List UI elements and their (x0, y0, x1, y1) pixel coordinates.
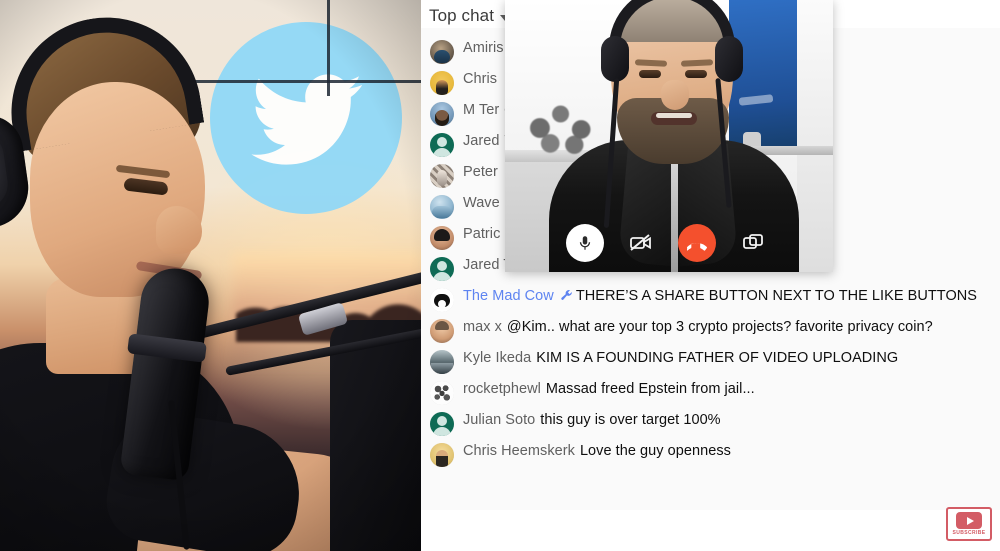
guest-headset-band (609, 0, 735, 48)
avatar[interactable] (430, 133, 454, 157)
microphone-button[interactable] (566, 224, 604, 262)
avatar-image (430, 412, 454, 436)
avatar[interactable] (430, 195, 454, 219)
chat-author[interactable]: Jared (463, 133, 500, 149)
avatar-image (430, 40, 454, 64)
chat-message-row[interactable]: The Mad Cow THERE’S A SHARE BUTTON NEXT T… (421, 284, 1000, 315)
avatar[interactable] (430, 71, 454, 95)
avatar[interactable] (430, 288, 454, 312)
avatar-image (430, 257, 454, 281)
host-nose (156, 206, 202, 254)
guest-nose (661, 80, 689, 110)
avatar-image (430, 133, 454, 157)
youtube-play-icon (956, 512, 982, 529)
chat-author[interactable]: max x (463, 319, 502, 335)
chat-message-text: Chris Heemskerk Love the guy openness (463, 442, 731, 461)
avatar-image (430, 195, 454, 219)
chat-author[interactable]: Peter (463, 164, 498, 180)
chat-message-text: Kyle Ikeda KIM IS A FOUNDING FATHER OF VI… (463, 349, 898, 368)
chat-message-text: Julian Soto this guy is over target 100% (463, 411, 721, 430)
chat-message-text: Chris (463, 70, 502, 89)
chat-author[interactable]: Chris Heemskerk (463, 443, 575, 459)
chat-message-text: Peter (463, 163, 503, 182)
chat-message-text: max x @Kim.. what are your top 3 crypto p… (463, 318, 933, 337)
chat-message-body: this guy is over target 100% (540, 412, 721, 428)
guest-eye-left (639, 70, 661, 78)
avatar[interactable] (430, 350, 454, 374)
guest-mouth (651, 112, 697, 125)
avatar-image (430, 226, 454, 250)
youtube-subscribe-watermark[interactable]: SUBSCRIBE (946, 507, 992, 541)
screen-root: Top chat AmirisChrisM Tercement against … (0, 0, 1000, 551)
chat-author[interactable]: M Ter (463, 102, 499, 118)
chat-footer-area (421, 510, 1000, 551)
subscribe-label: SUBSCRIBE (952, 530, 986, 536)
chat-message-text: rocketphewl Massad freed Epstein from jai… (463, 380, 755, 399)
chat-author[interactable]: rocketphewl (463, 381, 541, 397)
chat-author[interactable]: Chris (463, 71, 497, 87)
guest-headset-earcup-left (601, 36, 629, 82)
guest-headset-earcup-right (715, 36, 743, 82)
plant (521, 86, 607, 156)
host-webcam-video[interactable] (0, 0, 421, 551)
chat-message-row[interactable]: Chris Heemskerk Love the guy openness (421, 439, 1000, 470)
avatar-image (430, 350, 454, 374)
share-screen-button[interactable] (734, 224, 772, 262)
avatar[interactable] (430, 40, 454, 64)
avatar[interactable] (430, 319, 454, 343)
chat-author[interactable]: The Mad Cow (463, 288, 554, 304)
chat-author[interactable]: Patric (463, 226, 500, 242)
chat-author[interactable]: Amiris (463, 40, 504, 56)
avatar[interactable] (430, 257, 454, 281)
avatar-image (430, 71, 454, 95)
chat-message-row[interactable]: Julian Soto this guy is over target 100% (421, 408, 1000, 439)
chat-mode-label: Top chat (429, 6, 495, 25)
chat-author[interactable]: Kyle Ikeda (463, 350, 531, 366)
chat-message-body: Massad freed Epstein from jail... (545, 381, 755, 397)
wrench-icon (560, 289, 573, 308)
avatar[interactable] (430, 381, 454, 405)
chat-message-row[interactable]: Kyle Ikeda KIM IS A FOUNDING FATHER OF VI… (421, 346, 1000, 377)
chat-message-body: THERE’S A SHARE BUTTON NEXT TO THE LIKE … (575, 288, 978, 304)
chat-author[interactable]: Julian Soto (463, 412, 535, 428)
guest-video-call-window[interactable] (505, 0, 833, 272)
avatar[interactable] (430, 226, 454, 250)
chat-message-row[interactable]: rocketphewl Massad freed Epstein from jai… (421, 377, 1000, 408)
avatar[interactable] (430, 412, 454, 436)
avatar-image (430, 443, 454, 467)
avatar-image (430, 319, 454, 343)
chat-message-body: Love the guy openness (579, 443, 731, 459)
chat-message-text: Amiris (463, 39, 509, 58)
call-controls-bar (505, 224, 833, 262)
avatar-image (430, 288, 454, 312)
chat-message-body: KIM IS A FOUNDING FATHER OF VIDEO UPLOAD… (536, 350, 899, 366)
end-call-button[interactable] (678, 224, 716, 262)
avatar-image (430, 164, 454, 188)
guest-eye-right (685, 70, 707, 78)
avatar[interactable] (430, 164, 454, 188)
avatar-image (430, 102, 454, 126)
chat-author[interactable]: Wave (463, 195, 500, 211)
camera-off-button[interactable] (622, 224, 660, 262)
chat-message-body: @Kim.. what are your top 3 crypto projec… (506, 319, 933, 335)
chat-message-text: The Mad Cow THERE’S A SHARE BUTTON NEXT T… (463, 287, 977, 308)
avatar-image (430, 381, 454, 405)
avatar[interactable] (430, 443, 454, 467)
studio-chair (330, 320, 421, 551)
avatar[interactable] (430, 102, 454, 126)
chat-message-row[interactable]: max x @Kim.. what are your top 3 crypto p… (421, 315, 1000, 346)
